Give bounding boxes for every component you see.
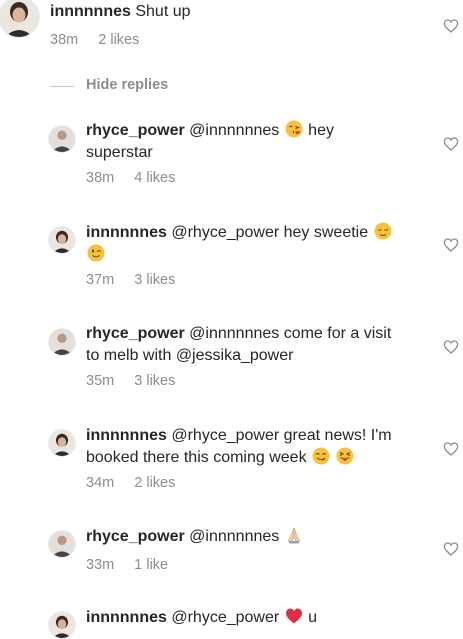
reply-meta: 34m 2 likes <box>86 475 175 491</box>
avatar-innnnnnes[interactable] <box>0 0 40 38</box>
comment-text: Shut up <box>135 3 191 20</box>
reply-username[interactable]: innnnnnes <box>86 609 167 626</box>
comment-text-line: innnnnnes Shut up <box>50 1 191 23</box>
reply-line-1: rhyce_power @innnnnnes <box>86 526 304 548</box>
like-heart-icon[interactable] <box>443 136 459 152</box>
reply-meta: 37m 3 likes <box>86 272 175 288</box>
reply-meta: 33m 1 like <box>86 557 168 573</box>
squinting-tongue-face-icon <box>336 447 354 465</box>
reply-line-1: rhyce_power @innnnnnes come for a visit <box>86 323 391 345</box>
reply-time: 38m <box>86 170 115 186</box>
avatar-innnnnnes[interactable] <box>48 429 76 457</box>
avatar-rhyce-power[interactable] <box>48 125 76 153</box>
reply-line-2: to melb with @jessika_power <box>86 347 294 364</box>
like-heart-icon[interactable] <box>443 18 459 34</box>
reply-time: 35m <box>86 373 115 389</box>
avatar-innnnnnes[interactable] <box>48 226 76 254</box>
avatar-rhyce-power[interactable] <box>48 530 76 558</box>
reply-line-1: innnnnnes @rhyce_power hey sweetie <box>86 222 393 244</box>
hide-replies-button[interactable]: Hide replies <box>86 77 168 93</box>
comment-meta: 38m 2 likes <box>50 32 139 48</box>
reply-text: booked there this coming week <box>86 449 307 466</box>
reply-username[interactable]: rhyce_power <box>86 122 185 139</box>
reply-time: 34m <box>86 475 115 491</box>
reply-meta: 38m 4 likes <box>86 170 175 186</box>
reply-likes[interactable]: 3 likes <box>134 272 175 288</box>
reply-text: @innnnnnes <box>189 122 280 139</box>
reply-line-1: rhyce_power @innnnnnes hey <box>86 120 334 142</box>
reply-username[interactable]: rhyce_power <box>86 528 185 545</box>
reply-text: @rhyce_power hey sweetie <box>171 224 369 241</box>
face-savoring-food-icon <box>312 447 330 465</box>
reply-meta: 35m 3 likes <box>86 373 175 389</box>
reply-line-1: innnnnnes @rhyce_power u <box>86 607 317 629</box>
reply-text: @rhyce_power <box>171 609 280 626</box>
reply-text: @innnnnnes <box>189 528 280 545</box>
reply-line-2 <box>86 244 106 266</box>
face-blowing-kiss-icon <box>285 120 303 138</box>
folded-hands-icon <box>285 526 303 544</box>
like-heart-icon[interactable] <box>443 541 459 557</box>
reply-likes[interactable]: 4 likes <box>134 170 175 186</box>
reply-username[interactable]: rhyce_power <box>86 325 185 342</box>
relieved-face-icon <box>374 222 392 240</box>
reply-username[interactable]: innnnnnes <box>86 427 167 444</box>
avatar-innnnnnes[interactable] <box>48 611 76 639</box>
reply-text-after: u <box>308 609 317 626</box>
reply-line-2: booked there this coming week <box>86 447 355 469</box>
reply-likes[interactable]: 1 like <box>134 557 168 573</box>
hide-replies-line <box>50 86 74 87</box>
red-heart-icon <box>285 607 303 625</box>
avatar-rhyce-power[interactable] <box>48 328 76 356</box>
reply-line-2: superstar <box>86 144 153 161</box>
reply-likes[interactable]: 3 likes <box>134 373 175 389</box>
reply-username[interactable]: innnnnnes <box>86 224 167 241</box>
reply-time: 37m <box>86 272 115 288</box>
reply-text: @rhyce_power great news! I'm <box>171 427 392 444</box>
reply-likes[interactable]: 2 likes <box>134 475 175 491</box>
reply-line-1: innnnnnes @rhyce_power great news! I'm <box>86 425 392 447</box>
like-heart-icon[interactable] <box>443 339 459 355</box>
comment-username[interactable]: innnnnnes <box>50 3 131 20</box>
winking-face-icon <box>87 244 105 262</box>
reply-time: 33m <box>86 557 115 573</box>
like-heart-icon[interactable] <box>443 441 459 457</box>
comment-time: 38m <box>50 32 79 48</box>
reply-text: @innnnnnes come for a visit <box>189 325 392 342</box>
like-heart-icon[interactable] <box>443 237 459 253</box>
reply-text-after: hey <box>308 122 334 139</box>
comment-likes[interactable]: 2 likes <box>98 32 139 48</box>
